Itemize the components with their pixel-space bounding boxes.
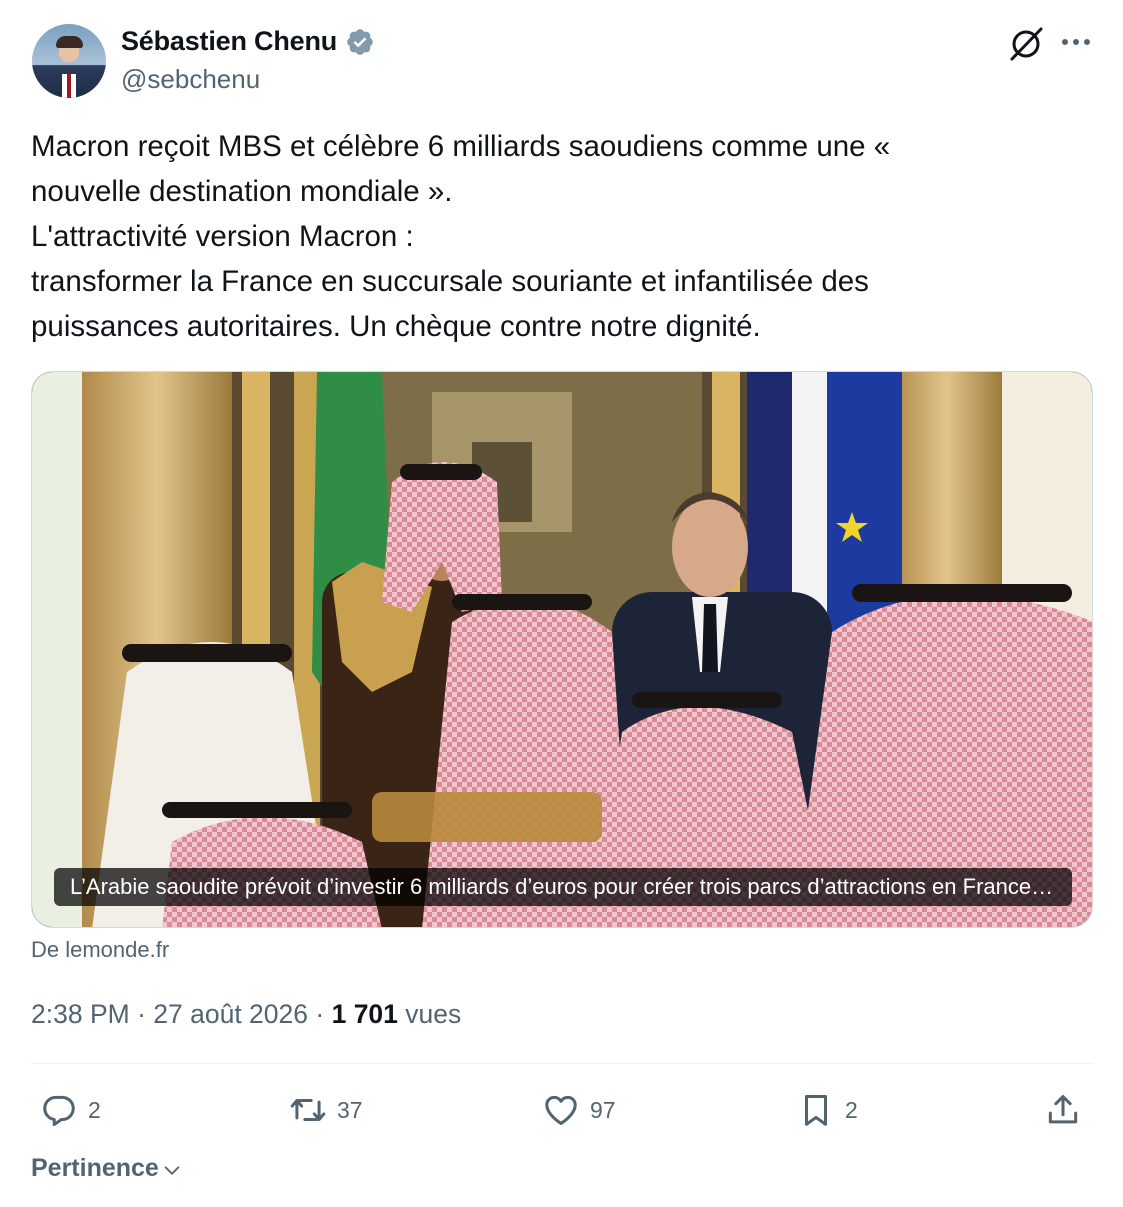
views-count: 1 701 bbox=[331, 999, 398, 1029]
article-photo bbox=[32, 372, 1092, 927]
author-name-row: Sébastien Chenu bbox=[121, 26, 375, 57]
chevron-down-icon bbox=[164, 1165, 180, 1175]
like-count: 97 bbox=[590, 1096, 616, 1123]
avatar[interactable] bbox=[32, 24, 106, 98]
meta-separator: · bbox=[315, 999, 325, 1029]
more-horizontal-icon[interactable] bbox=[1058, 30, 1094, 54]
bookmark-button[interactable]: 2 bbox=[797, 1090, 858, 1130]
tweet-text-line: Macron reçoit MBS et célèbre 6 milliards… bbox=[31, 130, 891, 163]
avatar-hair bbox=[56, 36, 83, 48]
retweet-button[interactable]: 37 bbox=[289, 1090, 363, 1130]
divider bbox=[31, 1063, 1093, 1064]
reply-button[interactable]: 2 bbox=[40, 1090, 101, 1130]
link-card[interactable]: L’Arabie saoudite prévoit d’investir 6 m… bbox=[31, 371, 1093, 928]
card-source[interactable]: De lemonde.fr bbox=[31, 937, 169, 963]
tweet-date[interactable]: 27 août 2026 bbox=[153, 999, 308, 1029]
tweet: Sébastien Chenu @sebchenu Macron reçoit … bbox=[0, 0, 1123, 1207]
reply-icon bbox=[43, 1095, 75, 1127]
like-button[interactable]: 97 bbox=[542, 1090, 616, 1130]
author-display-name[interactable]: Sébastien Chenu bbox=[121, 26, 337, 57]
heart-icon bbox=[545, 1095, 577, 1125]
sort-label: Pertinence bbox=[31, 1154, 159, 1182]
retweet-count: 37 bbox=[337, 1096, 363, 1123]
tweet-meta: 2:38 PM · 27 août 2026 · 1 701 vues bbox=[31, 999, 461, 1030]
grok-icon[interactable] bbox=[1007, 26, 1045, 62]
tweet-text-line: nouvelle destination mondiale ». bbox=[31, 175, 453, 208]
bookmark-count: 2 bbox=[845, 1096, 858, 1123]
tweet-text-line: transformer la France en succursale sour… bbox=[31, 265, 869, 298]
tweet-text: Macron reçoit MBS et célèbre 6 milliards… bbox=[31, 124, 1091, 349]
avatar-collar bbox=[62, 74, 76, 98]
reply-count: 2 bbox=[88, 1096, 101, 1123]
tweet-time[interactable]: 2:38 PM bbox=[31, 999, 130, 1029]
bookmark-icon bbox=[804, 1095, 828, 1126]
sort-dropdown[interactable]: Pertinence bbox=[31, 1154, 183, 1183]
author-handle[interactable]: @sebchenu bbox=[121, 64, 260, 95]
card-caption: L’Arabie saoudite prévoit d’investir 6 m… bbox=[54, 868, 1072, 906]
tweet-text-line: puissances autoritaires. Un chèque contr… bbox=[31, 310, 761, 343]
verified-badge-icon bbox=[347, 28, 373, 55]
share-icon bbox=[1048, 1095, 1078, 1124]
views-label: vues bbox=[405, 999, 462, 1029]
retweet-icon bbox=[290, 1098, 326, 1122]
share-button[interactable] bbox=[1044, 1090, 1082, 1130]
meta-separator: · bbox=[137, 999, 146, 1029]
tweet-text-line: L'attractivité version Macron : bbox=[31, 220, 414, 253]
